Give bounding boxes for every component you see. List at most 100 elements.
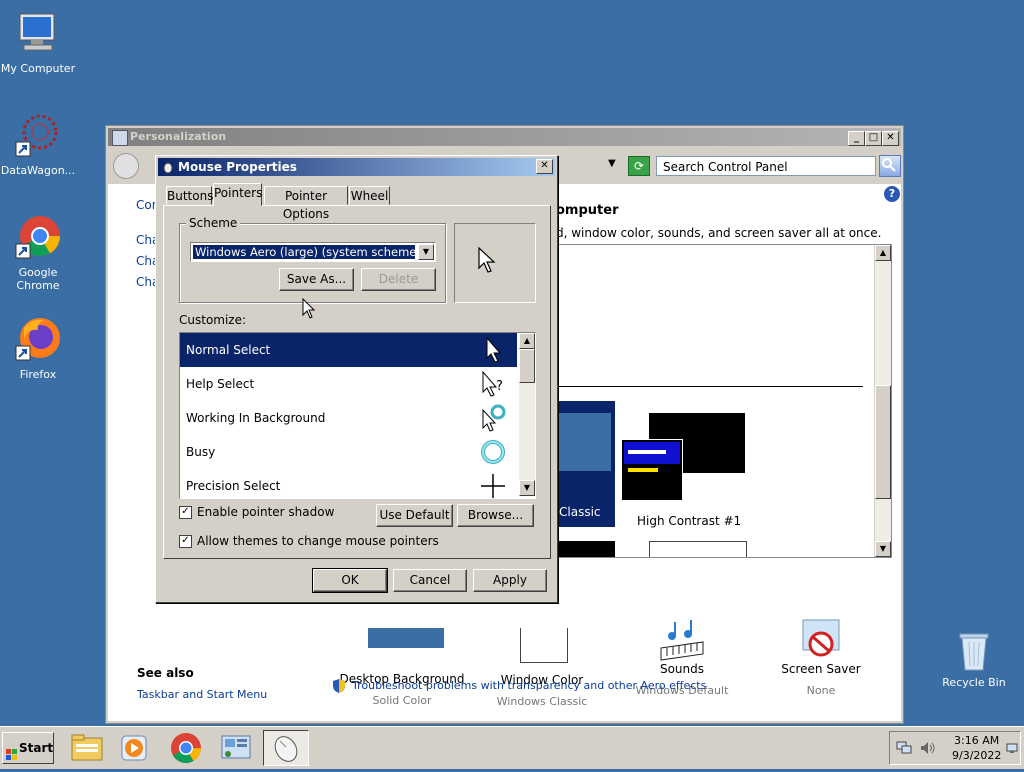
scroll-down-button[interactable]: ▼ <box>875 541 891 557</box>
mouse-icon <box>274 736 298 762</box>
desktop-icon-datawagon[interactable]: DataWagon... <box>0 112 78 177</box>
close-button[interactable]: ✕ <box>882 131 899 146</box>
tab-wheel[interactable]: Wheel <box>349 186 390 205</box>
dialog-titlebar[interactable]: Mouse Properties ✕ <box>158 158 555 176</box>
minimize-button[interactable]: _ <box>848 131 865 146</box>
search-input[interactable]: Search Control Panel <box>656 156 876 176</box>
theme-label: Classic <box>559 505 601 519</box>
theme-list-scrollbar[interactable]: ▲ ▼ <box>874 245 891 557</box>
troubleshoot-link[interactable]: Troubleshoot problems with transparency … <box>352 679 706 692</box>
list-item[interactable]: Busy <box>180 435 517 469</box>
scroll-down-button[interactable]: ▼ <box>519 480 535 496</box>
shield-icon <box>332 678 346 694</box>
desktop-icon-google-chrome[interactable]: Google Chrome <box>0 214 78 292</box>
tab-pointers[interactable]: Pointers <box>213 183 262 206</box>
desktop-icon-recycle-bin[interactable]: Recycle Bin <box>934 624 1014 689</box>
my-computer-icon <box>14 10 62 58</box>
control-panel-icon <box>221 735 251 759</box>
taskbar: Start 3:16 AM 9/3/2022 <box>0 726 1024 769</box>
allow-themes-label[interactable]: Allow themes to change mouse pointers <box>197 534 439 548</box>
item-label: Screen Saver <box>781 662 861 676</box>
taskbar-start-menu-link[interactable]: Taskbar and Start Menu <box>137 688 267 701</box>
desktop-background-item[interactable]: Desktop Background Solid Color <box>332 628 472 707</box>
taskbar-chrome[interactable] <box>165 730 207 766</box>
sounds-icon <box>657 618 707 662</box>
tab-buttons[interactable]: Buttons <box>166 186 213 205</box>
desktop-icon-label: My Computer <box>0 62 76 75</box>
list-item-label: Normal Select <box>186 343 271 357</box>
desktop-icon-firefox[interactable]: Firefox <box>0 316 78 381</box>
chrome-icon <box>171 733 201 764</box>
help-select-icon: ? <box>479 370 507 398</box>
desktop-icon-my-computer[interactable]: My Computer <box>0 10 78 75</box>
mouse-properties-dialog: Mouse Properties ✕ Buttons Pointers Poin… <box>155 155 558 603</box>
cancel-button[interactable]: Cancel <box>393 569 467 592</box>
page-heading: omputer <box>556 203 619 218</box>
item-value: Solid Color <box>372 694 432 707</box>
network-icon[interactable] <box>896 741 912 755</box>
page-description: d, window color, sounds, and screen save… <box>556 226 882 240</box>
search-icon[interactable] <box>879 155 901 177</box>
theme-classic[interactable]: Classic <box>555 401 615 527</box>
list-item[interactable]: Normal Select <box>180 333 517 367</box>
use-default-button[interactable]: Use Default <box>376 504 453 527</box>
desktop-icon-label: Recycle Bin <box>942 676 1006 689</box>
datawagon-icon <box>14 112 62 160</box>
address-dropdown-arrow[interactable]: ▼ <box>608 158 616 169</box>
control-panel-icon <box>112 130 128 146</box>
scheme-select[interactable]: Windows Aero (large) (system scheme) ▼ <box>190 242 436 262</box>
volume-icon[interactable] <box>920 741 936 755</box>
screen-saver-item[interactable]: Screen Saver None <box>751 619 891 697</box>
allow-themes-checkbox[interactable]: ✓ <box>179 535 192 548</box>
apply-button[interactable]: Apply <box>473 569 547 592</box>
system-tray: 3:16 AM 9/3/2022 <box>889 731 1021 765</box>
personalization-titlebar[interactable]: Personalization _ □ ✕ <box>108 128 901 146</box>
start-button[interactable]: Start <box>2 732 54 764</box>
windows-logo-icon <box>6 742 18 760</box>
scheme-label: Scheme <box>186 216 241 230</box>
chevron-down-icon[interactable]: ▼ <box>418 244 434 260</box>
recycle-bin-icon <box>950 624 998 672</box>
list-item[interactable]: Help Select ? <box>180 367 517 401</box>
firefox-icon <box>14 316 62 364</box>
back-button[interactable] <box>113 153 139 179</box>
tab-pointer-options[interactable]: Pointer Options <box>264 186 348 221</box>
scroll-thumb[interactable] <box>519 349 535 383</box>
customize-label: Customize: <box>179 313 247 327</box>
enable-shadow-checkbox[interactable]: ✓ <box>179 506 192 519</box>
delete-button[interactable]: Delete <box>361 268 436 291</box>
help-icon[interactable]: ? <box>884 186 900 202</box>
taskbar-control-panel[interactable] <box>214 730 256 766</box>
taskbar-explorer[interactable] <box>66 730 108 766</box>
pointer-list[interactable]: Normal Select Help Select ? Working In B… <box>179 332 536 499</box>
list-item-label: Working In Background <box>186 411 326 425</box>
taskbar-media-player[interactable] <box>113 730 155 766</box>
maximize-button[interactable]: □ <box>865 131 882 146</box>
clock-date[interactable]: 9/3/2022 <box>952 749 1001 762</box>
list-item[interactable]: Working In Background <box>180 401 517 435</box>
dialog-close-button[interactable]: ✕ <box>536 159 553 174</box>
theme-next-row-black <box>555 541 615 557</box>
folder-icon <box>71 734 103 761</box>
window-color-item[interactable]: Window Color Windows Classic <box>472 628 612 708</box>
list-item[interactable]: Precision Select <box>180 469 517 498</box>
enable-shadow-label[interactable]: Enable pointer shadow <box>197 505 334 519</box>
refresh-icon[interactable]: ⟳ <box>628 156 650 176</box>
scroll-up-button[interactable]: ▲ <box>519 333 535 349</box>
scroll-thumb[interactable] <box>875 385 891 499</box>
precision-select-icon <box>479 472 507 498</box>
theme-high-contrast-1[interactable]: High Contrast #1 <box>621 405 751 528</box>
pointer-list-scrollbar[interactable]: ▲ ▼ <box>519 333 535 496</box>
start-label: Start <box>19 741 54 755</box>
ok-button[interactable]: OK <box>312 568 388 593</box>
taskbar-mouse-properties[interactable] <box>263 730 309 766</box>
save-as-button[interactable]: Save As... <box>279 268 354 291</box>
clock-time[interactable]: 3:16 AM <box>954 734 999 747</box>
chrome-icon <box>14 214 62 262</box>
desktop-background-icon <box>364 628 444 662</box>
scroll-up-button[interactable]: ▲ <box>875 245 891 261</box>
scheme-group: Scheme Windows Aero (large) (system sche… <box>179 216 446 303</box>
working-in-background-icon <box>479 404 507 432</box>
show-desktop-icon[interactable] <box>1006 742 1018 754</box>
browse-button[interactable]: Browse... <box>457 504 534 527</box>
